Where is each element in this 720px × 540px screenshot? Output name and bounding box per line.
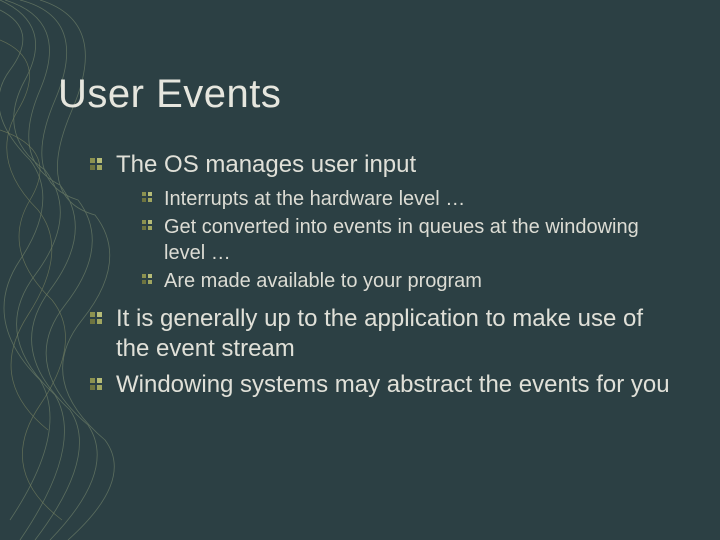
slide-title: User Events [58, 72, 281, 117]
list-item: Get converted into events in queues at t… [142, 214, 680, 266]
bullet-text: Windowing systems may abstract the event… [116, 371, 670, 398]
bullet-text: The OS manages user input [116, 151, 416, 178]
bullet-icon [90, 312, 104, 326]
list-item: It is generally up to the application to… [90, 304, 680, 364]
list-item: Interrupts at the hardware level … [142, 186, 680, 212]
bullet-icon [142, 220, 154, 232]
bullet-list: The OS manages user input Interrupts at … [90, 150, 680, 400]
sub-list: Interrupts at the hardware level … Get c… [116, 186, 680, 294]
bullet-text: Get converted into events in queues at t… [164, 216, 639, 264]
slide: User Events The OS manages user input In… [0, 0, 720, 540]
list-item: Are made available to your program [142, 268, 680, 294]
list-item: Windowing systems may abstract the event… [90, 370, 680, 400]
bullet-icon [142, 192, 154, 204]
bullet-text: Interrupts at the hardware level … [164, 188, 465, 210]
slide-body: The OS manages user input Interrupts at … [90, 150, 680, 406]
bullet-icon [90, 158, 104, 172]
bullet-icon [90, 378, 104, 392]
bullet-text: Are made available to your program [164, 270, 482, 292]
bullet-icon [142, 274, 154, 286]
bullet-text: It is generally up to the application to… [116, 305, 643, 362]
list-item: The OS manages user input Interrupts at … [90, 150, 680, 294]
